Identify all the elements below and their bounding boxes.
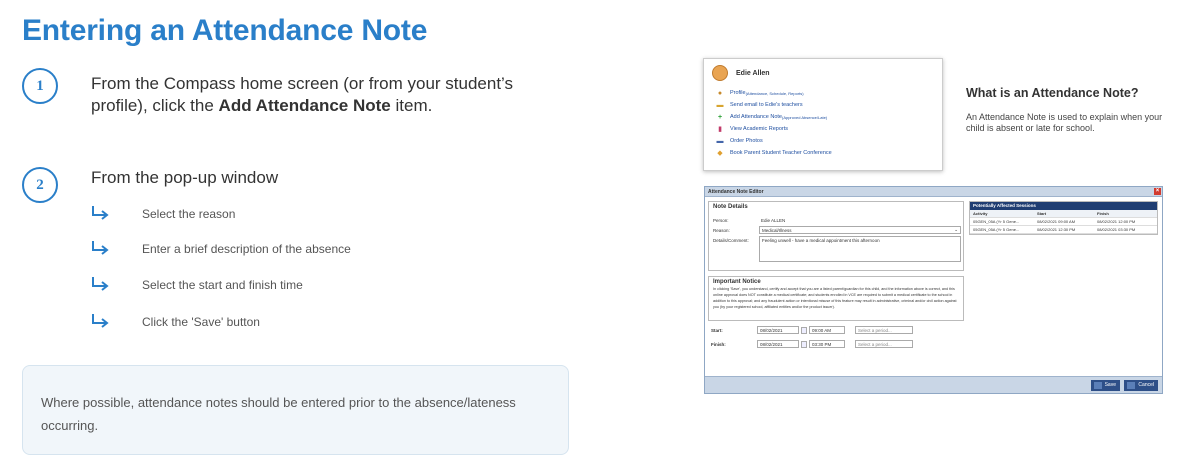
details-textarea[interactable]: Feeling unwell - have a medical appointm… [759,236,961,262]
table-header-row: Activity Start Finish [970,210,1157,218]
what-is-title: What is an Attendance Note? [966,86,1139,100]
cancel-button[interactable]: Cancel [1124,380,1158,391]
menu-item-add-attendance-note[interactable]: + Add Attendance Note (Approved Absence/L… [712,111,934,123]
finish-time-input[interactable]: 03:30 PM [809,340,845,348]
table-cell: 08/02/2021 12:00 PM [1097,219,1136,224]
start-time-input[interactable]: 09:00 AM [809,326,845,334]
student-menu: Edie Allen ● Profile (Attendance, Schedul… [703,58,943,171]
reason-value: Medical/Illness [762,228,792,233]
close-icon[interactable]: × [1154,188,1161,195]
substep-3: Select the start and finish time [90,276,303,294]
what-is-body: An Attendance Note is used to explain wh… [966,112,1163,133]
avatar [712,65,728,81]
menu-item-reports[interactable]: ▮ View Academic Reports [712,123,934,135]
save-icon [1093,382,1102,389]
substep-label: Select the reason [142,207,236,221]
attendance-note-editor: Attendance Note Editor × Note Details Pe… [704,186,1163,394]
start-label: Start: [711,328,723,333]
person-value: Edie ALLEN [761,218,786,223]
arrow-right-icon [92,241,109,255]
arrow-right-icon [92,277,109,291]
note-details-panel: Note Details Person: Edie ALLEN Reason: … [708,201,964,271]
arrow-right-icon [92,206,109,220]
cancel-icon [1127,382,1136,389]
menu-item-sub: (Approved Absence/Late) [781,114,828,120]
reason-label: Reason: [713,228,730,233]
step-text: From the Compass home screen (or from yo… [91,73,541,117]
important-notice-panel: Important Notice In clicking 'Save', you… [708,276,964,321]
step-text-after: item. [390,96,433,115]
notice-text: In clicking 'Save', you understand, cert… [713,287,957,309]
plus-icon: + [717,113,723,121]
chevron-down-icon: ⌄ [954,227,958,232]
column-header: Activity [973,211,988,216]
step-number: 1 [22,68,58,104]
details-label: Details/Comment: [713,238,749,243]
photo-icon: ▬ [716,137,724,145]
step-1: 1 From the Compass home screen (or from … [22,68,541,117]
editor-title: Attendance Note Editor [708,189,764,195]
menu-item-conference[interactable]: ◆ Book Parent Student Teacher Conference [712,147,934,159]
menu-item-label: Profile [730,90,746,96]
save-label: Save [1104,382,1116,388]
table-row: 05GEN_05A (Yr 5 Gene... 08/02/2021 09:00… [970,218,1157,226]
note-details-title: Note Details [713,204,748,210]
conference-icon: ◆ [717,149,723,157]
finish-date-input[interactable]: 08/02/2021 [757,340,799,348]
substep-label: Enter a brief description of the absence [142,242,351,256]
finish-period-select[interactable]: Select a period... [855,340,913,348]
save-button[interactable]: Save [1090,380,1120,391]
table-cell: 08/02/2021 12:30 PM [1037,227,1076,232]
arrow-right-icon [92,314,109,328]
email-icon: ▬ [716,101,724,109]
person-label: Person: [713,218,729,223]
table-cell: 08/02/2021 03:30 PM [1097,227,1136,232]
cancel-label: Cancel [1138,382,1154,388]
editor-footer: Save Cancel [705,376,1162,393]
step-text: From the pop-up window [91,168,279,187]
editor-header: Attendance Note Editor × [705,187,1162,197]
step-number: 2 [22,167,58,203]
calendar-icon[interactable] [801,341,807,348]
page-title: Entering an Attendance Note [22,14,428,47]
start-period-select[interactable]: Select a period... [855,326,913,334]
reason-select[interactable]: Medical/Illness ⌄ [759,226,961,234]
menu-item-label: Book Parent Student Teacher Conference [730,150,832,156]
menu-item-photos[interactable]: ▬ Order Photos [712,135,934,147]
menu-item-label: Add Attendance Note [730,114,782,120]
substep-2: Enter a brief description of the absence [90,240,351,258]
menu-user: Edie Allen [712,65,934,81]
table-cell: 05GEN_05A (Yr 5 Gene... [973,227,1020,232]
calendar-icon[interactable] [801,327,807,334]
step-text-bold: Add Attendance Note [218,96,391,115]
sessions-title: Potentially Affected Sessions [970,202,1157,210]
finish-label: Finish: [711,342,726,347]
menu-item-profile[interactable]: ● Profile (Attendance, Schedule, Reports) [712,87,934,99]
menu-item-label: Order Photos [730,138,763,144]
menu-item-label: View Academic Reports [730,126,788,132]
info-note: Where possible, attendance notes should … [22,365,569,455]
menu-item-sub: (Attendance, Schedule, Reports) [745,90,804,96]
start-date-input[interactable]: 08/02/2021 [757,326,799,334]
page: Entering an Attendance Note 1 From the C… [0,0,1200,464]
substep-1: Select the reason [90,205,235,223]
column-header: Finish [1097,211,1109,216]
substep-4: Click the 'Save' button [90,313,260,331]
step-2: 2 From the pop-up window [22,167,278,203]
menu-item-label: Send email to Edie's teachers [730,102,803,108]
table-cell: 08/02/2021 09:00 AM [1037,219,1076,224]
person-icon: ● [717,89,723,97]
substep-label: Select the start and finish time [142,278,303,292]
user-name: Edie Allen [736,69,770,77]
sessions-table: Potentially Affected Sessions Activity S… [969,201,1158,235]
menu-item-email[interactable]: ▬ Send email to Edie's teachers [712,99,934,111]
table-row: 05GEN_05A (Yr 5 Gene... 08/02/2021 12:30… [970,226,1157,234]
column-header: Start [1037,211,1047,216]
table-cell: 05GEN_05A (Yr 5 Gene... [973,219,1020,224]
substep-label: Click the 'Save' button [142,315,260,329]
report-icon: ▮ [718,125,722,133]
